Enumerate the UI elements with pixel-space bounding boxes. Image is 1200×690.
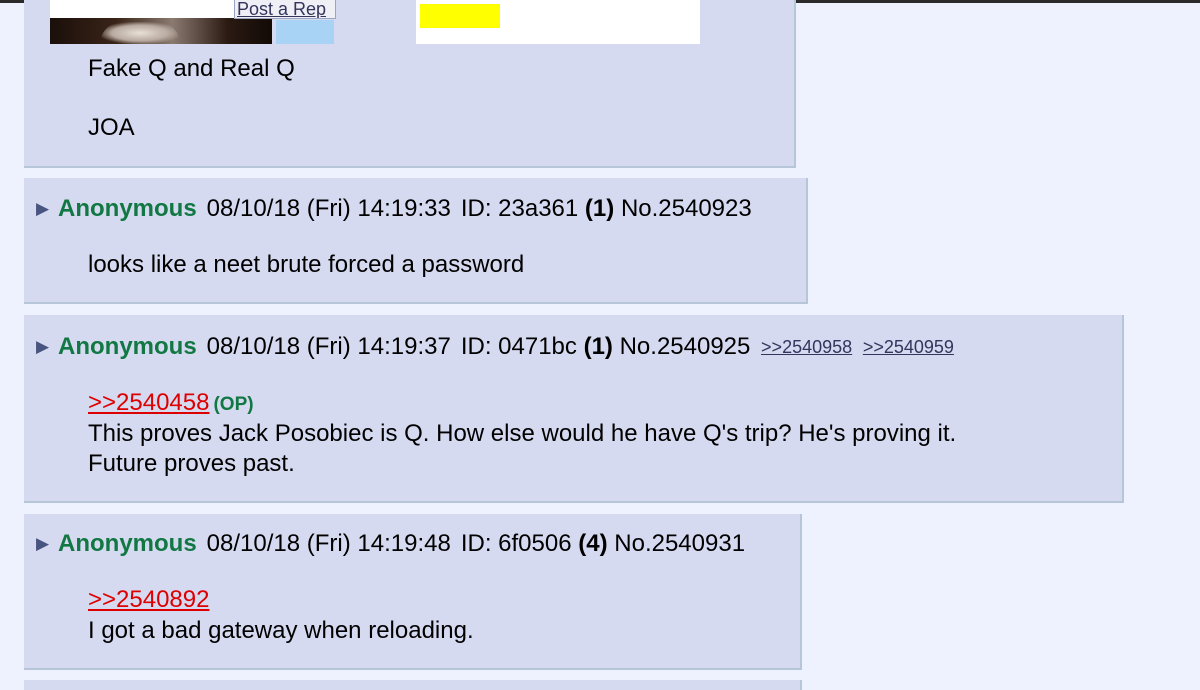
post-menu-arrow-icon[interactable]: ▶: [36, 530, 58, 558]
quote-link[interactable]: >>2540892: [88, 586, 209, 613]
post-menu-arrow-icon[interactable]: ▶: [36, 333, 58, 361]
post-date: 08/10/18 (Fri) 14:19:33: [206, 195, 451, 222]
post-message-line: Fake Q and Real Q: [88, 55, 295, 82]
poster-name: Anonymous: [58, 530, 197, 557]
post-a-reply-link[interactable]: Post a Rep: [234, 0, 336, 19]
post-message-line: I got a bad gateway when reloading.: [88, 617, 474, 644]
poster-post-count: (4): [578, 530, 608, 557]
post-menu-arrow-icon[interactable]: ▶: [36, 195, 58, 223]
poster-id[interactable]: ID: 23a361: [461, 195, 578, 222]
post-image-highlight: [100, 22, 180, 44]
post-number-link[interactable]: No.2540925: [620, 333, 751, 360]
post-message-line: looks like a neet brute forced a passwor…: [88, 251, 525, 278]
post-header: ▶ Anonymous 08/10/18 (Fri) 14:19:37 ID: 047…: [36, 333, 954, 361]
backlink[interactable]: >>2540959: [863, 337, 954, 357]
op-tag: (OP): [213, 394, 254, 415]
post-quote-line: >>2540892: [88, 585, 209, 615]
post-next-partial: [24, 680, 802, 690]
post-number-link[interactable]: No.2540931: [614, 530, 745, 557]
second-post-image-yellow-block: [420, 4, 500, 28]
poster-name: Anonymous: [58, 195, 197, 222]
post-header: ▶ Anonymous 08/10/18 (Fri) 14:19:48 ID: 6f0…: [36, 530, 745, 558]
post-quote-line: >>2540458 (OP): [88, 388, 254, 420]
post-image-blue-area: [276, 20, 334, 44]
quote-link[interactable]: >>2540458: [88, 389, 209, 416]
post-date: 08/10/18 (Fri) 14:19:48: [206, 530, 451, 557]
post-number-link[interactable]: No.2540923: [621, 195, 752, 222]
post-date: 08/10/18 (Fri) 14:19:37: [206, 333, 451, 360]
poster-name: Anonymous: [58, 333, 197, 360]
poster-id[interactable]: ID: 0471bc: [461, 333, 577, 360]
post-header: ▶ Anonymous 08/10/18 (Fri) 14:19:33 ID: 23a…: [36, 195, 752, 223]
poster-id[interactable]: ID: 6f0506: [461, 530, 572, 557]
poster-post-count: (1): [584, 195, 615, 222]
post-message-line: This proves Jack Posobiec is Q. How else…: [88, 420, 957, 447]
post-message-line: JOA: [88, 114, 135, 141]
poster-post-count: (1): [583, 333, 613, 360]
post-message-line: Future proves past.: [88, 450, 295, 477]
backlink[interactable]: >>2540958: [761, 337, 852, 357]
